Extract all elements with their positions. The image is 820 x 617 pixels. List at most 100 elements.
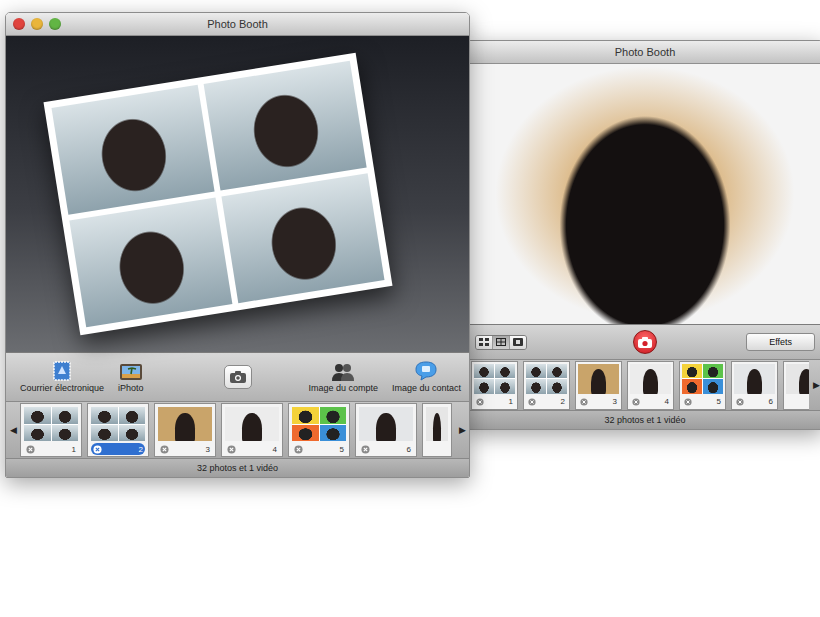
toolbar: Effets bbox=[467, 324, 820, 360]
video-icon bbox=[513, 338, 523, 346]
thumbnail-picture bbox=[158, 407, 212, 441]
tool-label: Courrier électronique bbox=[20, 383, 104, 393]
camera-icon bbox=[638, 337, 652, 348]
photo bbox=[221, 173, 384, 303]
tool-label: iPhoto bbox=[118, 383, 144, 393]
share-button[interactable]: Image du contact bbox=[392, 361, 461, 393]
thumbnail[interactable]: 3 bbox=[575, 361, 622, 410]
speech-bubble-icon bbox=[415, 361, 437, 381]
thumbnail[interactable]: 4 bbox=[221, 403, 283, 457]
four-up-photo bbox=[43, 53, 392, 336]
thumbnail[interactable]: 2 bbox=[87, 403, 149, 457]
thumbnail-number: 4 bbox=[273, 445, 277, 454]
thumbnail-number: 2 bbox=[139, 445, 143, 454]
title-bar[interactable]: Photo Booth bbox=[467, 41, 820, 64]
thumbnail-picture bbox=[682, 364, 723, 394]
toolbar: Courrier électronique iPhoto Image du comp… bbox=[6, 352, 469, 402]
tool-label: Image du compte bbox=[308, 383, 378, 393]
status-bar: 32 photos et 1 vidéo bbox=[6, 459, 469, 477]
delete-icon[interactable] bbox=[476, 398, 484, 406]
view-mode-button[interactable] bbox=[510, 336, 526, 349]
view-mode-control bbox=[475, 335, 527, 350]
share-button[interactable]: Courrier électronique bbox=[20, 361, 104, 393]
photo bbox=[51, 85, 214, 215]
share-button[interactable]: iPhoto bbox=[118, 361, 144, 393]
thumbnail[interactable]: 1 bbox=[471, 361, 518, 410]
delete-icon[interactable] bbox=[736, 398, 744, 406]
delete-icon[interactable] bbox=[528, 398, 536, 406]
thumbnail-picture bbox=[630, 364, 671, 394]
thumbnail-picture bbox=[474, 364, 515, 394]
delete-icon[interactable] bbox=[26, 445, 35, 454]
thumbnail-picture bbox=[225, 407, 279, 441]
title-bar[interactable]: Photo Booth bbox=[6, 13, 469, 36]
thumbnail-picture bbox=[526, 364, 567, 394]
view-mode-button[interactable] bbox=[493, 336, 510, 349]
delete-icon[interactable] bbox=[684, 398, 692, 406]
previous-arrow[interactable]: ◀ bbox=[6, 425, 20, 435]
zoom-button[interactable] bbox=[49, 18, 61, 30]
delete-icon[interactable] bbox=[93, 445, 102, 454]
thumbnail-picture bbox=[734, 364, 775, 394]
thumbnail-number: 2 bbox=[561, 397, 565, 406]
photo bbox=[69, 197, 232, 327]
delete-icon[interactable] bbox=[294, 445, 303, 454]
view-mode-button[interactable] bbox=[476, 336, 493, 349]
camera-icon bbox=[230, 371, 246, 383]
close-button[interactable] bbox=[13, 18, 25, 30]
thumbnail-number: 3 bbox=[613, 397, 617, 406]
four-up-icon bbox=[496, 338, 506, 346]
thumbnail-number: 6 bbox=[769, 397, 773, 406]
photo-booth-window: Photo Booth Effets 1 2 3 4 5 6 ▶ 32 photos et 1 v… bbox=[466, 40, 820, 430]
thumbnail-number: 5 bbox=[340, 445, 344, 454]
thumbnail-number: 4 bbox=[665, 397, 669, 406]
thumbnail[interactable] bbox=[783, 361, 809, 410]
thumbnail-number: 1 bbox=[72, 445, 76, 454]
thumbnail[interactable]: 1 bbox=[20, 403, 82, 457]
tool-label: Image du contact bbox=[392, 383, 461, 393]
thumbnail-picture bbox=[578, 364, 619, 394]
thumbnail-picture bbox=[426, 407, 448, 441]
thumbnail[interactable]: 5 bbox=[288, 403, 350, 457]
status-bar: 32 photos et 1 vidéo bbox=[467, 411, 820, 429]
grid-view-icon bbox=[479, 338, 489, 346]
effects-button[interactable]: Effets bbox=[746, 333, 815, 351]
thumbnail[interactable]: 2 bbox=[523, 361, 570, 410]
delete-icon[interactable] bbox=[227, 445, 236, 454]
thumbnail[interactable]: 4 bbox=[627, 361, 674, 410]
window-title: Photo Booth bbox=[207, 18, 268, 30]
photo-viewer bbox=[6, 36, 469, 352]
thumbnail-strip: ◀ 1 2 3 4 5 6 ▶ bbox=[6, 402, 469, 459]
thumbnail-picture bbox=[786, 364, 809, 394]
delete-icon[interactable] bbox=[160, 445, 169, 454]
thumbnail-strip: 1 2 3 4 5 6 ▶ bbox=[467, 360, 820, 411]
thumbnail[interactable]: 6 bbox=[731, 361, 778, 410]
next-arrow[interactable]: ▶ bbox=[455, 425, 469, 435]
photo bbox=[203, 61, 366, 191]
thumbnail-number: 6 bbox=[407, 445, 411, 454]
window-title: Photo Booth bbox=[615, 46, 676, 58]
thumbnail-picture bbox=[359, 407, 413, 441]
next-arrow[interactable]: ▶ bbox=[809, 380, 820, 390]
thumbnail[interactable]: 3 bbox=[154, 403, 216, 457]
delete-icon[interactable] bbox=[580, 398, 588, 406]
thumbnail-number: 1 bbox=[509, 397, 513, 406]
minimize-button[interactable] bbox=[31, 18, 43, 30]
iphoto-icon bbox=[119, 361, 143, 381]
share-button[interactable]: Image du compte bbox=[308, 363, 378, 393]
thumbnail-picture bbox=[24, 407, 78, 441]
thumbnail-number: 5 bbox=[717, 397, 721, 406]
thumbnail[interactable]: 6 bbox=[355, 403, 417, 457]
thumbnail-number: 3 bbox=[206, 445, 210, 454]
delete-icon[interactable] bbox=[632, 398, 640, 406]
live-preview bbox=[467, 64, 820, 324]
thumbnail[interactable]: 5 bbox=[679, 361, 726, 410]
capture-button[interactable] bbox=[633, 330, 657, 354]
thumbnail[interactable] bbox=[422, 403, 452, 457]
desktop: Photo BoothEffets123456▶32 photos et 1 v… bbox=[0, 0, 820, 617]
capture-button[interactable] bbox=[224, 365, 252, 389]
photo-booth-window: Photo Booth Courrier électronique iPhoto Im… bbox=[5, 12, 470, 478]
thumbnail-picture bbox=[292, 407, 346, 441]
thumbnail-picture bbox=[91, 407, 145, 441]
delete-icon[interactable] bbox=[361, 445, 370, 454]
